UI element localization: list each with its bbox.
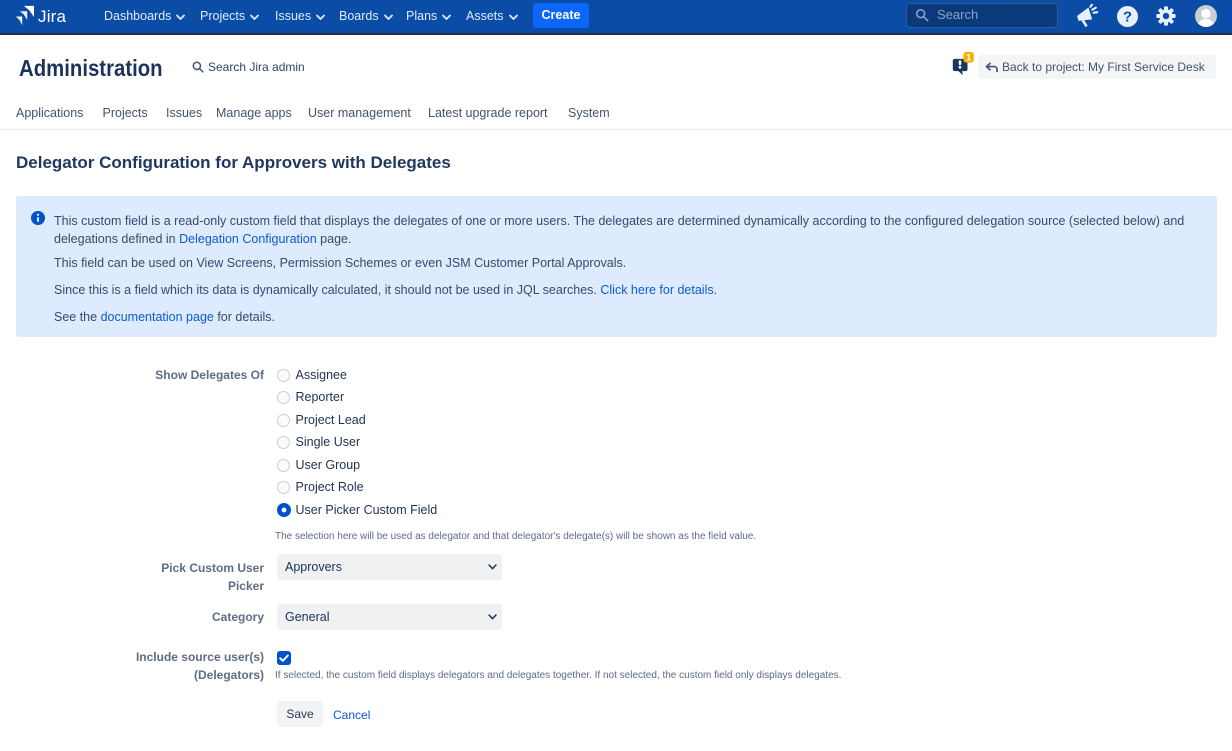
svg-text:?: ? bbox=[1122, 8, 1131, 25]
svg-text:1: 1 bbox=[966, 53, 972, 64]
